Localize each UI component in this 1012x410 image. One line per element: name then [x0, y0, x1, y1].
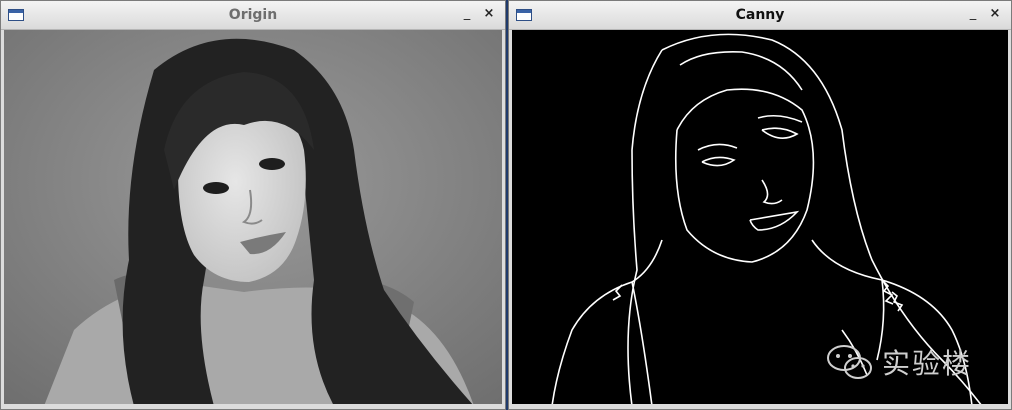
- watermark: 实验楼: [826, 344, 972, 380]
- origin-image: [4, 30, 502, 404]
- grayscale-portrait-photo: [4, 30, 502, 404]
- origin-window-title: Origin: [228, 7, 278, 23]
- canny-image: 实验楼: [512, 30, 1008, 404]
- canny-window[interactable]: Canny _ × 实验楼: [508, 0, 1012, 410]
- canny-titlebar[interactable]: Canny _ ×: [509, 1, 1011, 30]
- close-button[interactable]: ×: [987, 6, 1003, 22]
- canny-window-title: Canny: [735, 7, 785, 23]
- minimize-button[interactable]: _: [965, 6, 981, 22]
- origin-titlebar[interactable]: Origin _ ×: [1, 1, 505, 30]
- watermark-text: 实验楼: [881, 347, 972, 380]
- wechat-icon: [826, 345, 872, 379]
- origin-window[interactable]: Origin _ ×: [0, 0, 506, 410]
- minimize-button[interactable]: _: [459, 6, 475, 22]
- close-button[interactable]: ×: [481, 6, 497, 22]
